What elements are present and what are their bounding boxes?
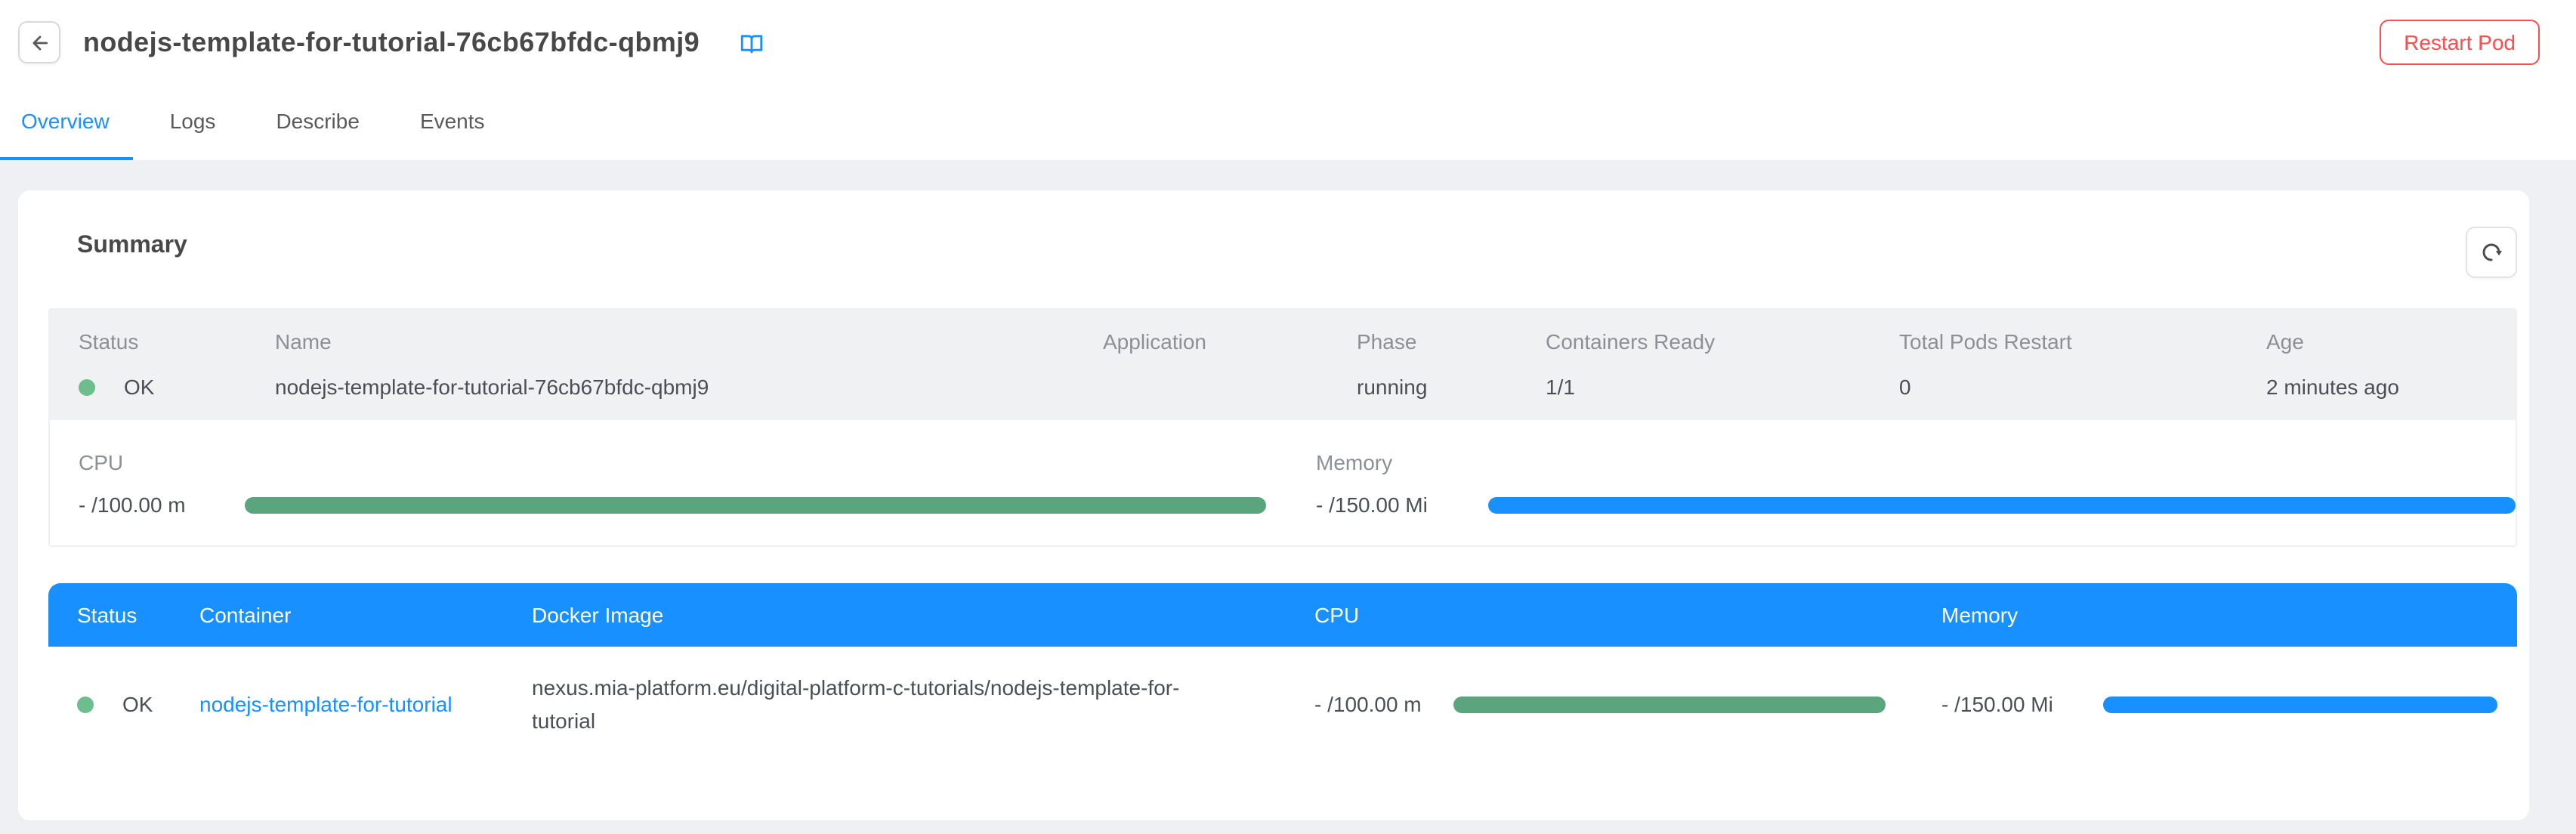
- container-memory-value: - /150.00 Mi: [1941, 692, 2103, 716]
- containers-header-row: Status Container Docker Image CPU Memory: [48, 583, 2517, 647]
- pod-status-label: OK: [124, 375, 154, 399]
- col-name: Name: [275, 329, 1103, 354]
- memory-progress-fill: [1488, 496, 2516, 513]
- col-container-cpu: CPU: [1314, 603, 1931, 627]
- container-status-cell: OK: [77, 692, 199, 716]
- tab-overview[interactable]: Overview: [0, 85, 134, 160]
- tab-bar: Overview Logs Describe Events: [0, 85, 2576, 160]
- summary-card-header: Summary: [48, 227, 2517, 275]
- container-status-label: OK: [122, 692, 153, 716]
- cpu-label: CPU: [79, 450, 1266, 474]
- pod-containers-ready-value: 1/1: [1546, 375, 1899, 399]
- containers-table: Status Container Docker Image CPU Memory…: [48, 583, 2517, 761]
- tab-events[interactable]: Events: [396, 85, 509, 160]
- pod-memory-block: Memory - /150.00 Mi: [1316, 450, 2516, 521]
- status-ok-dot-icon: [77, 696, 94, 712]
- pod-info-value-row: OK nodejs-template-for-tutorial-76cb67bf…: [79, 375, 2516, 399]
- back-button[interactable]: [18, 21, 60, 63]
- memory-value: - /150.00 Mi: [1316, 493, 1488, 517]
- cpu-value: - /100.00 m: [79, 493, 245, 517]
- title-bar: nodejs-template-for-tutorial-76cb67bfdc-…: [0, 0, 2576, 85]
- page-title: nodejs-template-for-tutorial-76cb67bfdc-…: [83, 26, 700, 58]
- container-memory-progress-fill: [2103, 696, 2497, 712]
- container-memory-progress-bar: [2103, 696, 2497, 712]
- col-container-status: Status: [77, 603, 199, 627]
- docs-book-icon[interactable]: [739, 29, 764, 55]
- summary-card: Summary Status Name Application Phase: [18, 190, 2529, 820]
- container-cpu-progress-fill: [1453, 696, 1886, 712]
- memory-value-row: - /150.00 Mi: [1316, 488, 2516, 521]
- container-row: OK nodejs-template-for-tutorial nexus.mi…: [48, 647, 2517, 761]
- col-total-pods-restart: Total Pods Restart: [1899, 329, 2266, 354]
- memory-label: Memory: [1316, 450, 2516, 474]
- pod-info-band: Status Name Application Phase Containers…: [50, 310, 2516, 420]
- cpu-progress-bar: [245, 496, 1266, 513]
- pod-restart-count-value: 0: [1899, 375, 2266, 399]
- status-ok-dot-icon: [79, 378, 95, 395]
- col-containers-ready: Containers Ready: [1546, 329, 1899, 354]
- tab-describe[interactable]: Describe: [252, 85, 384, 160]
- summary-title: Summary: [48, 233, 187, 260]
- page-body: Summary Status Name Application Phase: [0, 162, 2576, 834]
- container-name-link[interactable]: nodejs-template-for-tutorial: [199, 692, 532, 716]
- left-arrow-icon: [28, 31, 51, 54]
- container-cpu-progress-bar: [1453, 696, 1886, 712]
- container-memory-cell: - /150.00 Mi: [1931, 692, 2517, 716]
- pod-age-value: 2 minutes ago: [2266, 375, 2516, 399]
- pod-status-cell: OK: [79, 375, 275, 399]
- col-age: Age: [2266, 329, 2516, 354]
- col-application: Application: [1103, 329, 1357, 354]
- page-header: nodejs-template-for-tutorial-76cb67bfdc-…: [0, 0, 2576, 162]
- pod-info-header-row: Status Name Application Phase Containers…: [79, 329, 2516, 354]
- docker-image-value: nexus.mia-platform.eu/digital-platform-c…: [532, 671, 1314, 737]
- restart-pod-button[interactable]: Restart Pod: [2380, 20, 2540, 65]
- col-container: Container: [199, 603, 532, 627]
- container-cpu-cell: - /100.00 m: [1314, 692, 1931, 716]
- col-docker-image: Docker Image: [532, 603, 1314, 627]
- cpu-progress-fill: [245, 496, 1266, 513]
- col-status: Status: [79, 329, 275, 354]
- tab-logs[interactable]: Logs: [146, 85, 240, 160]
- pod-cpu-block: CPU - /100.00 m: [79, 450, 1266, 521]
- refresh-button[interactable]: [2466, 227, 2517, 278]
- pod-name-value: nodejs-template-for-tutorial-76cb67bfdc-…: [275, 375, 1103, 399]
- pod-detail-page: nodejs-template-for-tutorial-76cb67bfdc-…: [0, 0, 2576, 834]
- col-phase: Phase: [1357, 329, 1546, 354]
- col-container-memory: Memory: [1931, 603, 2517, 627]
- pod-summary-table: Status Name Application Phase Containers…: [48, 308, 2517, 547]
- pod-resources-section: CPU - /100.00 m Memory - /150.00 Mi: [50, 420, 2516, 545]
- container-cpu-value: - /100.00 m: [1314, 692, 1453, 716]
- memory-progress-bar: [1488, 496, 2516, 513]
- reload-icon: [2479, 240, 2503, 264]
- pod-phase-value: running: [1357, 375, 1546, 399]
- cpu-value-row: - /100.00 m: [79, 488, 1266, 521]
